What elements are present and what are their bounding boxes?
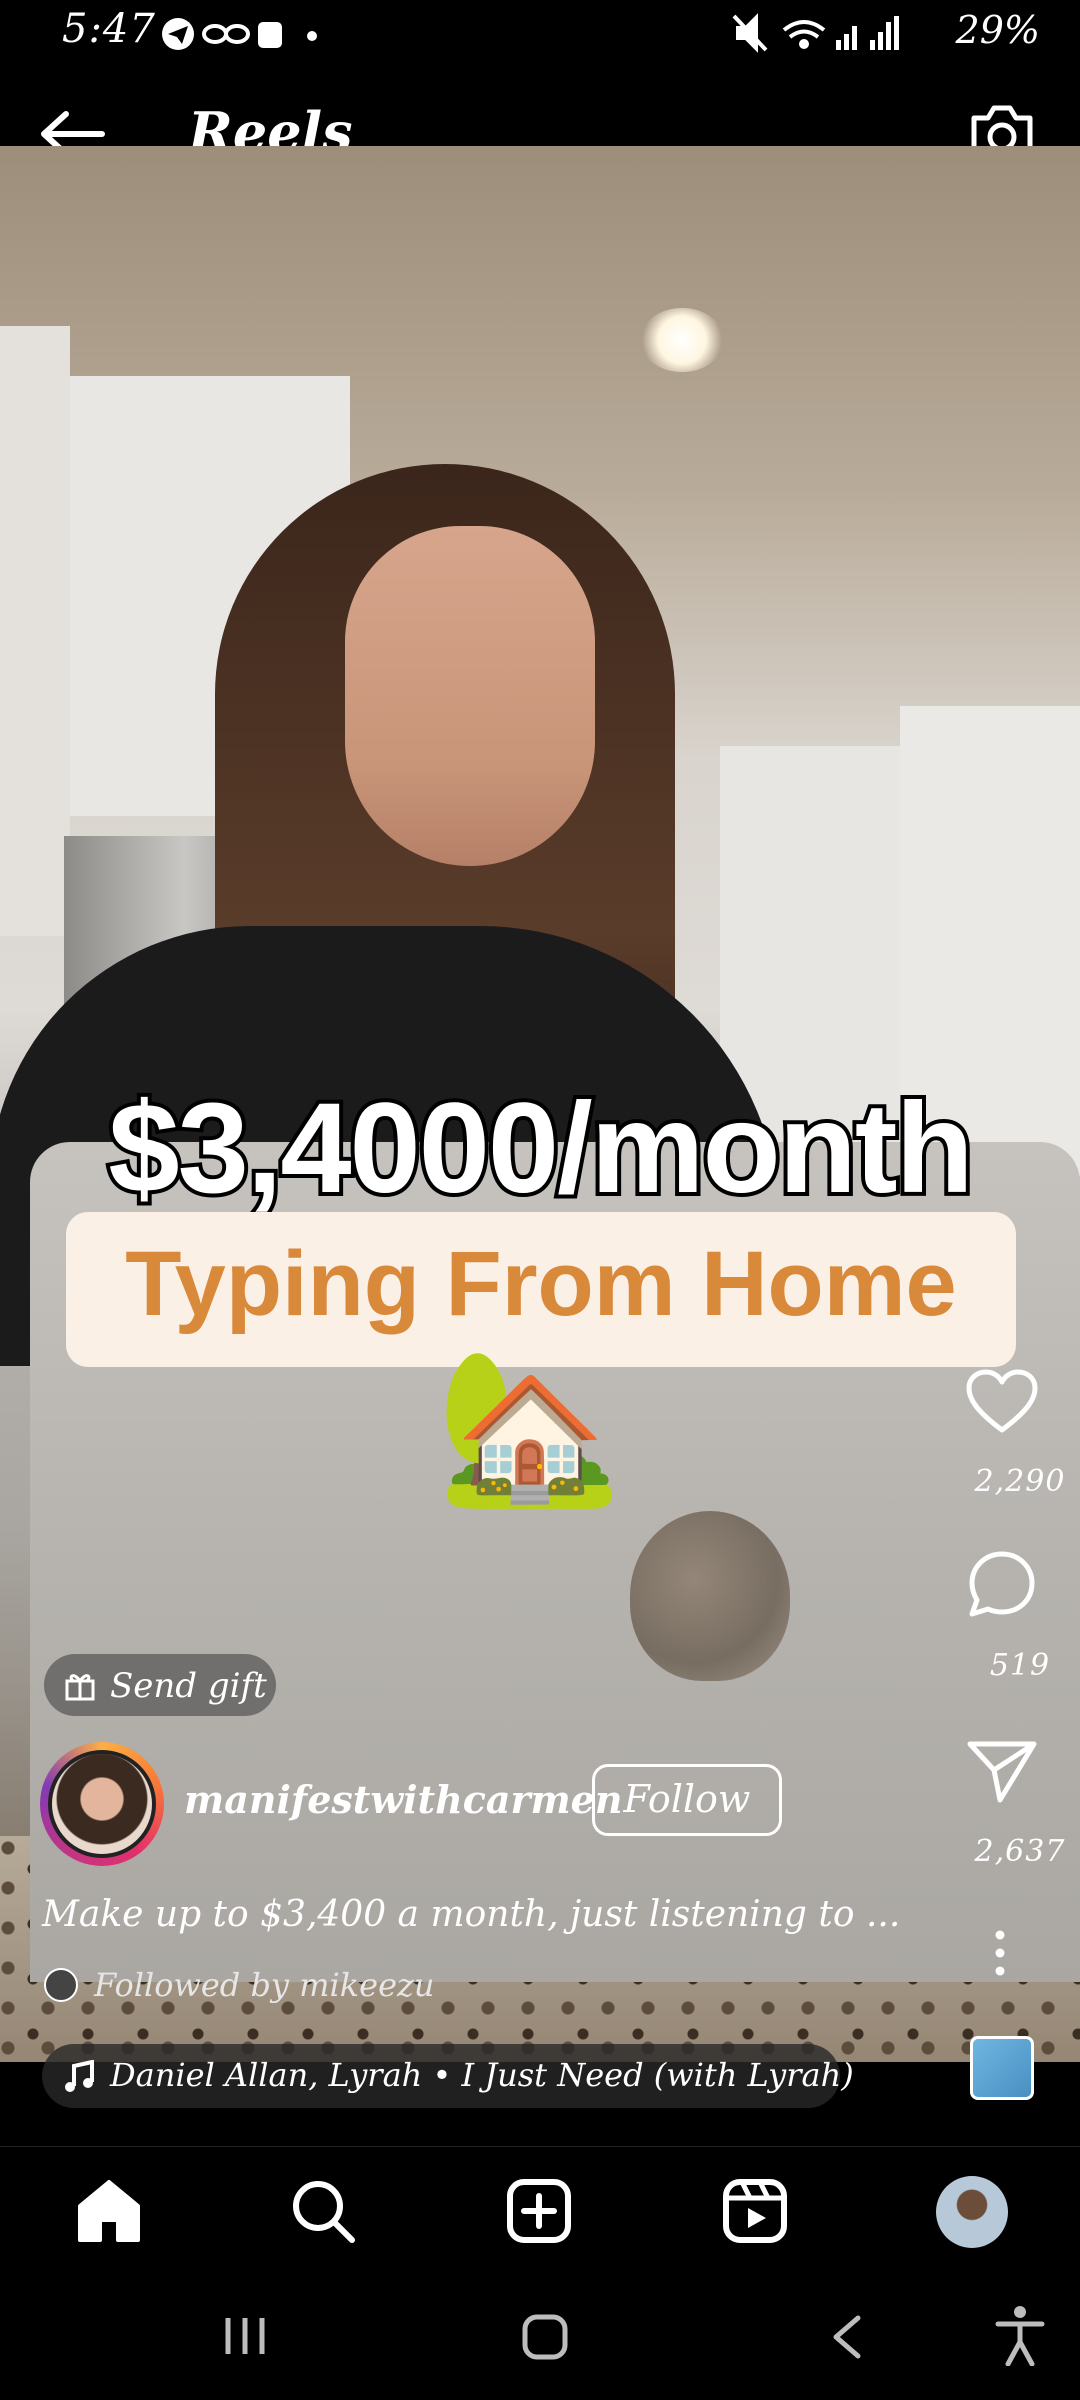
username[interactable]: manifestwithcarmen bbox=[184, 1777, 622, 1822]
video-headline: $3,4000/month bbox=[104, 1073, 977, 1224]
status-left-icons bbox=[162, 18, 317, 50]
signal-icon bbox=[836, 26, 857, 50]
share-icon[interactable] bbox=[966, 1738, 1038, 1804]
home-button-icon[interactable] bbox=[520, 2312, 570, 2362]
back-button-icon[interactable] bbox=[828, 2314, 868, 2360]
notification-icon bbox=[258, 22, 282, 48]
wifi-icon bbox=[782, 20, 826, 49]
infinity-icon bbox=[202, 24, 250, 44]
music-track[interactable]: Daniel Allan, Lyrah • I Just Need (with … bbox=[110, 2056, 854, 2094]
create-icon[interactable] bbox=[504, 2176, 574, 2246]
signal-r-icon bbox=[870, 16, 899, 50]
accessibility-icon[interactable] bbox=[994, 2304, 1046, 2366]
laptop-logo bbox=[630, 1511, 790, 1681]
mute-icon bbox=[732, 13, 768, 53]
music-note-icon bbox=[65, 2060, 94, 2092]
comment-icon[interactable] bbox=[966, 1548, 1038, 1620]
video-subheadline: Typing From Home bbox=[125, 1233, 957, 1335]
status-time: 5:47 bbox=[62, 6, 156, 52]
home-icon[interactable] bbox=[74, 2176, 144, 2246]
recent-apps-icon[interactable] bbox=[220, 2314, 270, 2358]
heart-icon[interactable] bbox=[965, 1368, 1039, 1434]
status-right-icons bbox=[732, 13, 899, 53]
search-icon[interactable] bbox=[288, 2176, 358, 2246]
gift-icon bbox=[65, 1674, 95, 1701]
house-emoji: 🏡 bbox=[436, 1340, 623, 1514]
avatar[interactable] bbox=[48, 1750, 156, 1858]
profile-avatar[interactable] bbox=[936, 2176, 1008, 2248]
follow-button[interactable]: Follow bbox=[592, 1764, 782, 1836]
reels-icon[interactable] bbox=[720, 2176, 790, 2246]
audio-thumbnail[interactable] bbox=[970, 2036, 1034, 2100]
ceiling-light bbox=[640, 308, 724, 372]
comment-count: 519 bbox=[989, 1648, 1051, 1683]
like-count: 2,290 bbox=[974, 1464, 1066, 1499]
follower-avatar bbox=[44, 1968, 78, 2002]
caption[interactable]: Make up to $3,400 a month, just listenin… bbox=[42, 1894, 900, 1935]
kitchen-cabinet bbox=[0, 326, 70, 936]
more-options-icon[interactable] bbox=[988, 1928, 1012, 1978]
dot-icon bbox=[307, 31, 317, 41]
header-bar bbox=[0, 64, 1080, 146]
person-face bbox=[345, 526, 595, 866]
battery-percentage: 29% bbox=[955, 8, 1040, 52]
share-count: 2,637 bbox=[974, 1834, 1066, 1869]
send-gift-label: Send gift bbox=[110, 1666, 267, 1706]
followed-by[interactable]: Followed by mikeezu bbox=[94, 1966, 434, 2004]
